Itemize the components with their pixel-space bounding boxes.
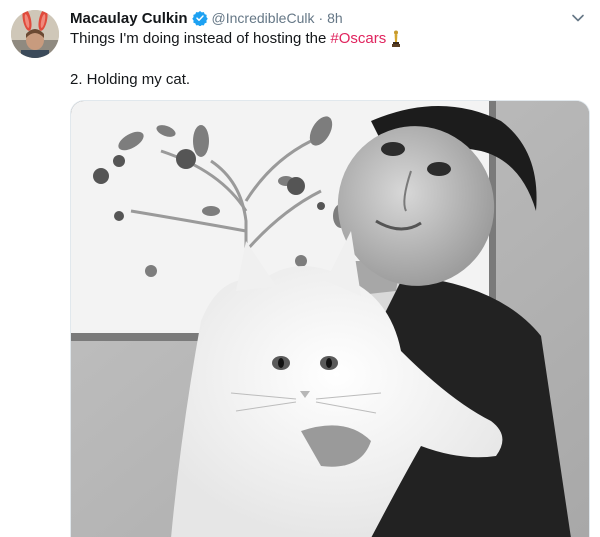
header-separator: · xyxy=(318,10,324,26)
tweet-text-second-line: 2. Holding my cat. xyxy=(70,71,191,88)
tweet-card: Macaulay Culkin @IncredibleCulk · 8h Thi… xyxy=(0,0,600,537)
author-name[interactable]: Macaulay Culkin xyxy=(70,10,188,27)
tweet-header: Macaulay Culkin @IncredibleCulk · 8h xyxy=(70,8,343,28)
author-handle[interactable]: @IncredibleCulk xyxy=(212,10,315,26)
tweet-timestamp[interactable]: 8h xyxy=(327,10,343,26)
tweet-text: Things I'm doing instead of hosting the xyxy=(70,30,327,47)
tweet-photo[interactable] xyxy=(70,100,590,537)
hashtag-link[interactable]: #Oscars xyxy=(330,29,386,49)
oscar-trophy-icon xyxy=(391,30,401,48)
tweet-text-line: Things I'm doing instead of hosting the … xyxy=(70,29,401,49)
verified-badge-icon xyxy=(191,10,208,27)
avatar[interactable] xyxy=(11,10,59,58)
chevron-down-icon[interactable] xyxy=(570,10,586,26)
